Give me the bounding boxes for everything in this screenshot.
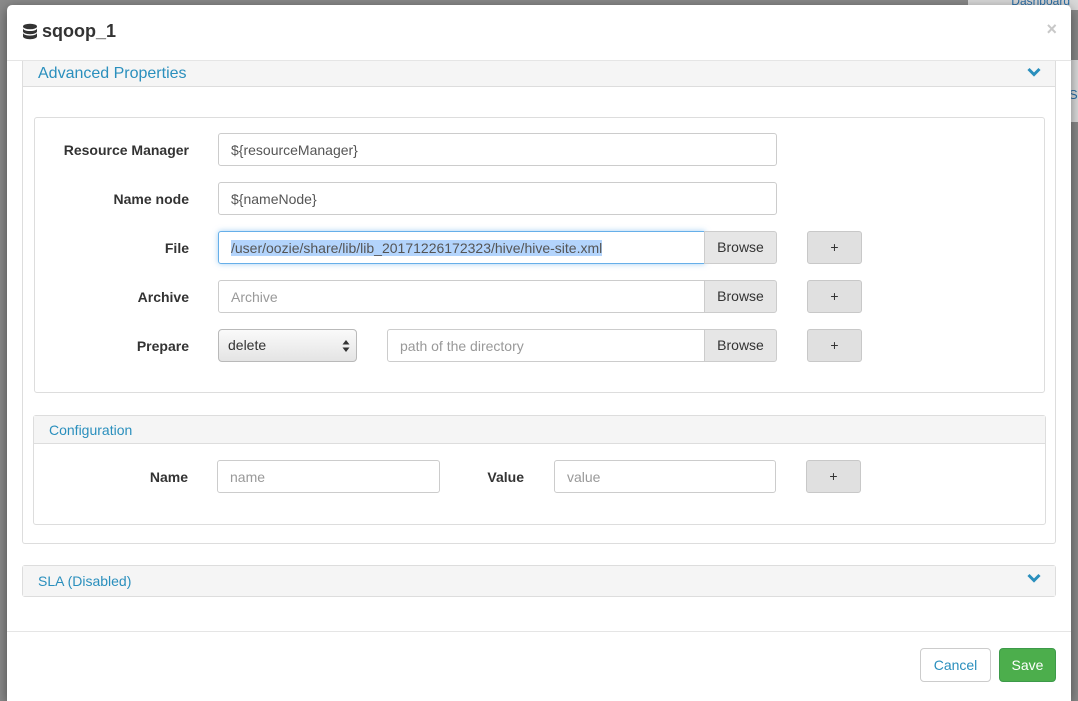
advanced-properties-title[interactable]: Advanced Properties	[38, 65, 187, 83]
configuration-panel: Configuration Name Value +	[33, 415, 1046, 525]
cancel-button[interactable]: Cancel	[920, 648, 991, 682]
advanced-properties-heading[interactable]: Advanced Properties	[23, 61, 1055, 87]
prepare-add-button[interactable]: +	[807, 329, 862, 362]
prepare-path-input[interactable]	[387, 329, 705, 362]
config-value-input[interactable]	[554, 460, 776, 493]
config-name-label: Name	[149, 469, 188, 485]
configuration-heading: Configuration	[34, 416, 1045, 444]
select-arrows-icon	[342, 340, 350, 352]
modal-footer: Cancel Save	[7, 631, 1071, 701]
prepare-type-select[interactable]: delete	[218, 329, 357, 362]
prepare-browse-button[interactable]: Browse	[704, 329, 777, 362]
modal-title: sqoop_1	[22, 21, 116, 42]
name-node-input[interactable]	[218, 182, 777, 215]
advanced-properties-body: Resource Manager Name node File Browse +…	[34, 117, 1045, 393]
archive-add-button[interactable]: +	[807, 280, 862, 313]
archive-input[interactable]	[218, 280, 705, 313]
configuration-title[interactable]: Configuration	[49, 422, 132, 438]
chevron-down-icon[interactable]	[1027, 572, 1041, 584]
prepare-label: Prepare	[136, 338, 189, 354]
resource-manager-input[interactable]	[218, 133, 777, 166]
sla-panel: SLA (Disabled)	[22, 565, 1056, 597]
chevron-down-icon[interactable]	[1027, 66, 1041, 78]
close-button[interactable]: ×	[1046, 19, 1057, 40]
file-label: File	[164, 240, 189, 256]
sqoop-action-modal: sqoop_1 × Advanced Properties Resource M…	[7, 5, 1071, 701]
modal-header: sqoop_1 ×	[7, 5, 1071, 61]
archive-browse-button[interactable]: Browse	[704, 280, 777, 313]
archive-label: Archive	[137, 289, 189, 305]
modal-title-text: sqoop_1	[42, 21, 117, 41]
save-button[interactable]: Save	[999, 648, 1056, 682]
config-add-button[interactable]: +	[806, 460, 861, 493]
sla-heading[interactable]: SLA (Disabled)	[23, 566, 1055, 596]
file-path-input[interactable]	[218, 231, 705, 264]
name-node-label: Name node	[113, 191, 189, 207]
config-name-input[interactable]	[217, 460, 440, 493]
sla-title[interactable]: SLA (Disabled)	[38, 573, 131, 589]
database-icon	[23, 23, 37, 39]
prepare-type-selected: delete	[228, 337, 267, 353]
config-value-label: Value	[487, 469, 524, 485]
resource-manager-label: Resource Manager	[63, 142, 189, 158]
file-add-button[interactable]: +	[807, 231, 862, 264]
file-browse-button[interactable]: Browse	[704, 231, 777, 264]
